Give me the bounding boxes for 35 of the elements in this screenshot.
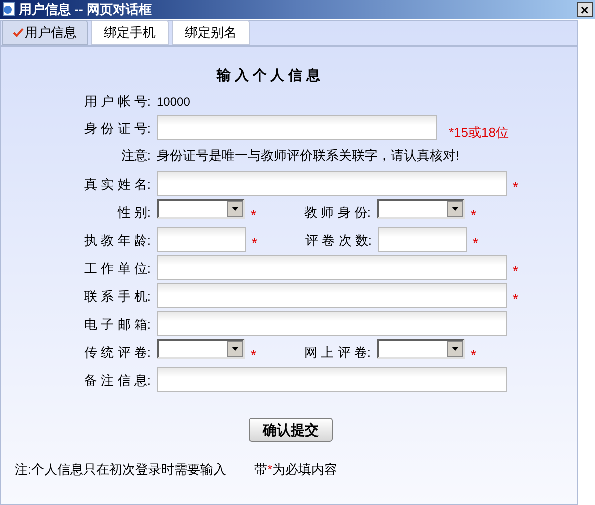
field-label: 评 卷 次 数: <box>304 232 373 250</box>
field-label: 联 系 手 机: <box>84 288 152 306</box>
required-mark: * <box>252 234 258 253</box>
required-mark: * <box>513 290 518 309</box>
field-label: 网 上 评 卷: <box>304 344 372 362</box>
field-label: 备 注 信 息: <box>84 372 152 390</box>
field-label: 用 户 帐 号: <box>84 93 152 112</box>
required-mark: * <box>513 178 518 197</box>
tab[interactable]: 绑定别名 <box>172 20 250 45</box>
required-legend: 带*为必填内容 <box>254 460 338 480</box>
close-button[interactable]: × <box>577 2 593 17</box>
field-label: 传 统 评 卷: <box>84 344 152 362</box>
required-mark: * <box>251 346 256 365</box>
account-number: 10000 <box>157 94 190 111</box>
submit-button[interactable]: 确认提交 <box>249 418 333 442</box>
field-label: 性 别: <box>116 204 152 222</box>
form-heading: 输 入 个 人 信 息 <box>217 66 322 85</box>
tab[interactable]: 绑定手机 <box>91 20 169 45</box>
required-mark: * <box>513 262 518 281</box>
field-label: 工 作 单 位: <box>84 260 152 278</box>
field-label: 真 实 姓 名: <box>84 176 152 194</box>
footer-note: 注:个人信息只在初次登录时需要输入 <box>15 461 227 479</box>
required-mark: * <box>471 206 476 225</box>
notice-text: 身份证号是唯一与教师评价联系关联字，请认真核对! <box>157 147 460 166</box>
field-label: 电 子 邮 箱: <box>84 316 152 334</box>
hint-text: *15或18位 <box>449 124 509 142</box>
required-mark: * <box>251 206 256 225</box>
tab[interactable]: 用户信息 <box>2 20 88 45</box>
required-mark: * <box>471 346 476 365</box>
field-label: 注意: <box>120 147 152 166</box>
required-mark: * <box>473 234 478 253</box>
window-title: 用户信息 -- 网页对话框 <box>19 0 153 19</box>
field-label: 教 师 身 份: <box>304 204 372 222</box>
field-label: 执 教 年 龄: <box>84 232 152 250</box>
field-label: 身 份 证 号: <box>84 120 152 138</box>
